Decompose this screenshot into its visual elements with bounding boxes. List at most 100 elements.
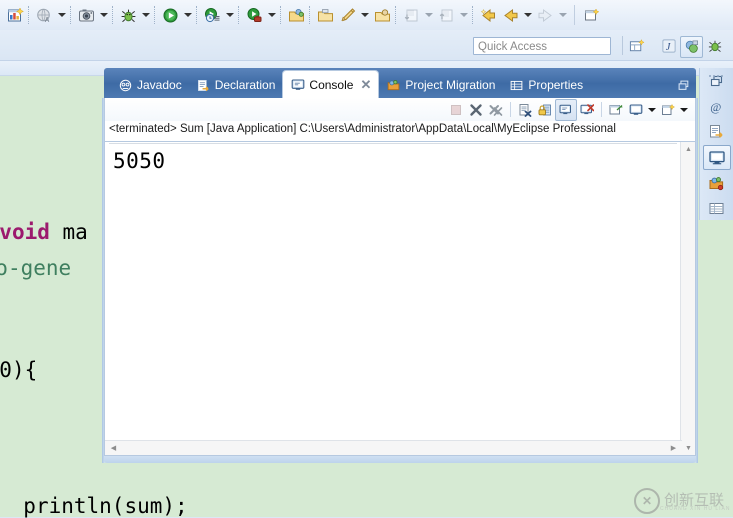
code-line-for-loop: 0){: [0, 334, 37, 382]
declaration-icon[interactable]: [704, 120, 730, 143]
forward-dropdown-caret[interactable]: [556, 4, 569, 26]
console-horizontal-scrollbar[interactable]: ◀ ▶: [105, 440, 682, 455]
tab-properties-label: Properties: [528, 78, 584, 92]
browser-dropdown-caret[interactable]: [55, 4, 68, 26]
toolbar-separator: [309, 6, 312, 24]
project-migration-icon: [386, 78, 401, 93]
run-history-icon[interactable]: [201, 4, 223, 26]
toolbar-group-external-tools: [243, 0, 278, 30]
toolbar-separator: [395, 6, 398, 24]
debug-icon[interactable]: [117, 4, 139, 26]
launch-configuration-header: <terminated> Sum [Java Application] C:\U…: [104, 121, 696, 141]
last-edit-location-icon[interactable]: [477, 4, 499, 26]
external-tools-icon[interactable]: [243, 4, 265, 26]
myeclipse-java-perspective-icon[interactable]: J: [658, 36, 679, 56]
toolbar-group-debug: [117, 0, 152, 30]
scroll-left-arrow-icon[interactable]: ◀: [106, 441, 121, 455]
open-perspective-icon[interactable]: [626, 36, 647, 56]
console-icon[interactable]: [702, 145, 731, 170]
open-type-icon[interactable]: [371, 4, 393, 26]
tab-console[interactable]: Console ✕: [282, 70, 380, 98]
remove-all-terminated-button[interactable]: [486, 100, 506, 120]
toolbar-group-run-history: [201, 0, 236, 30]
run-icon[interactable]: [159, 4, 181, 26]
clear-console-button[interactable]: [515, 100, 535, 120]
debug-perspective-icon[interactable]: [704, 36, 725, 56]
javadoc-icon: [118, 78, 133, 93]
screenshot-dropdown-caret[interactable]: [97, 4, 110, 26]
display-console-button[interactable]: [626, 100, 646, 120]
main-toolbar: A: [0, 0, 733, 31]
tab-properties[interactable]: Properties: [502, 72, 590, 98]
debug-dropdown-caret[interactable]: [139, 4, 152, 26]
watermark-mark-icon: ✕: [634, 487, 660, 514]
tab-declaration[interactable]: Declaration: [189, 72, 283, 98]
run-history-dropdown-caret[interactable]: [223, 4, 236, 26]
at-sign-javadoc-icon[interactable]: @: [704, 95, 730, 118]
svg-text:@: @: [710, 100, 721, 114]
forward-icon[interactable]: [534, 4, 556, 26]
quick-access-row: [0, 30, 733, 61]
scroll-down-arrow-icon[interactable]: ▼: [681, 441, 696, 455]
scroll-lock-button[interactable]: [535, 100, 555, 120]
console-output-area[interactable]: 5050 ▲ ▼ ◀ ▶: [104, 141, 696, 456]
project-migration-icon[interactable]: [704, 172, 730, 195]
scroll-up-arrow-icon[interactable]: ▲: [681, 142, 696, 156]
tab-javadoc[interactable]: Javadoc: [111, 72, 189, 98]
external-tools-dropdown-caret[interactable]: [265, 4, 278, 26]
toolbar-group-screenshot: [75, 0, 110, 30]
display-console-dropdown-caret[interactable]: [646, 100, 658, 120]
code-line-comment: o-gene: [0, 232, 71, 280]
previous-annotation-dropdown-caret[interactable]: [457, 4, 470, 26]
tab-console-label: Console: [309, 77, 354, 92]
toolbar-separator: [238, 6, 241, 24]
open-package-icon[interactable]: [285, 4, 307, 26]
properties-icon: [509, 78, 524, 93]
fast-view-bar: @: [699, 68, 733, 220]
toolbar-group-new: [4, 0, 26, 30]
new-console-view-dropdown-caret[interactable]: [678, 100, 690, 120]
next-annotation-icon[interactable]: [400, 4, 422, 26]
display-selected-console-button[interactable]: [577, 100, 597, 120]
watermark-subtext: CHUANG XIN HU LIAN: [660, 506, 731, 512]
toolbar-separator: [574, 5, 575, 25]
drag-grip[interactable]: [709, 73, 725, 78]
new-wizard-icon[interactable]: [4, 4, 26, 26]
previous-annotation-icon[interactable]: [435, 4, 457, 26]
new-console-view-button[interactable]: [658, 100, 678, 120]
properties-icon[interactable]: [704, 197, 730, 220]
svg-text:A: A: [45, 17, 50, 24]
back-dropdown-caret[interactable]: [521, 4, 534, 26]
screenshot-icon[interactable]: [75, 4, 97, 26]
remove-launch-button[interactable]: [466, 100, 486, 120]
toolbar-group-back: [499, 0, 534, 30]
toolbar-group-next-annotation: [400, 0, 435, 30]
run-dropdown-caret[interactable]: [181, 4, 194, 26]
pencil-edit-icon[interactable]: [336, 4, 358, 26]
open-console-button[interactable]: [606, 100, 626, 120]
toolbar-group-open-type: [371, 0, 393, 30]
pencil-dropdown-caret[interactable]: [358, 4, 371, 26]
terminate-button[interactable]: [446, 100, 466, 120]
myeclipse-java-enterprise-perspective-icon[interactable]: [680, 36, 703, 58]
scroll-right-arrow-icon[interactable]: ▶: [666, 441, 681, 455]
next-annotation-dropdown-caret[interactable]: [422, 4, 435, 26]
web-browser-icon[interactable]: A: [33, 4, 55, 26]
minimize-view-icon[interactable]: [677, 79, 689, 91]
console-view-panel: Javadoc Declaration Console ✕ Project Mi…: [102, 68, 698, 468]
view-tab-bar: Javadoc Declaration Console ✕ Project Mi…: [104, 68, 696, 98]
console-output-text: 5050: [113, 149, 166, 173]
search-input[interactable]: Quick Access: [473, 37, 611, 55]
toolbar-separator: [472, 6, 475, 24]
tab-project-migration[interactable]: Project Migration: [379, 72, 502, 98]
new-window-icon[interactable]: [580, 4, 602, 26]
toolbar-group-browser: A: [33, 0, 68, 30]
close-icon[interactable]: ✕: [360, 77, 371, 93]
code-text-println: println(sum);: [23, 494, 188, 518]
console-vertical-scrollbar[interactable]: ▲ ▼: [680, 142, 695, 455]
perspective-separator: [622, 36, 623, 55]
pin-console-button[interactable]: [555, 98, 577, 121]
open-folder-icon[interactable]: [314, 4, 336, 26]
back-icon[interactable]: [499, 4, 521, 26]
console-icon: [290, 77, 305, 92]
